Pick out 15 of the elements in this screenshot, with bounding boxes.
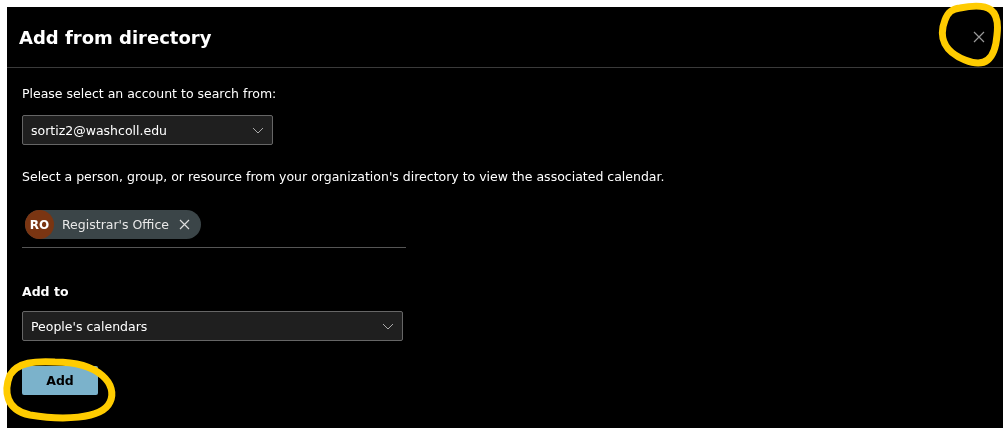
chevron-down-icon xyxy=(252,126,264,134)
dialog-title: Add from directory xyxy=(19,26,212,48)
person-chip[interactable]: RO Registrar's Office xyxy=(25,210,201,239)
add-to-label: Add to xyxy=(22,284,70,299)
chevron-down-icon xyxy=(382,322,394,330)
add-button[interactable]: Add xyxy=(22,366,98,395)
close-icon xyxy=(179,219,190,230)
avatar-initials: RO xyxy=(25,210,54,239)
instructions-text: Select a person, group, or resource from your organization's directory to view the associated calendar. xyxy=(22,169,666,184)
close-icon xyxy=(973,31,985,43)
person-name: Registrar's Office xyxy=(62,217,169,232)
add-to-dropdown[interactable]: People's calendars xyxy=(22,311,403,341)
remove-button[interactable] xyxy=(177,217,192,232)
account-dropdown[interactable]: sortiz2@washcoll.edu xyxy=(22,115,273,145)
account-label: Please select an account to search from: xyxy=(22,86,278,101)
